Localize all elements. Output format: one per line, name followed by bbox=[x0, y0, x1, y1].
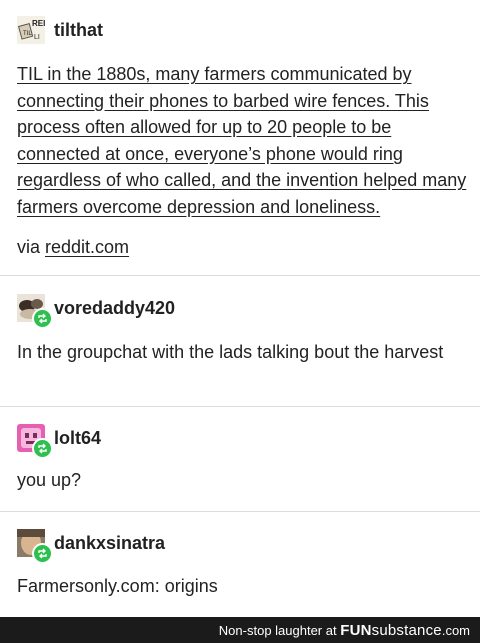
post-header: voredaddy420 bbox=[17, 294, 175, 329]
post-header: dankxsinatra bbox=[17, 529, 165, 564]
via-line: via reddit.com bbox=[17, 234, 467, 261]
via-link[interactable]: reddit.com bbox=[45, 237, 129, 257]
reblog-icon bbox=[32, 438, 53, 459]
username[interactable]: voredaddy420 bbox=[54, 298, 175, 319]
footer-bar: Non-stop laughter at FUNsubstance.com bbox=[0, 617, 480, 643]
footer-text: Non-stop laughter at bbox=[218, 623, 341, 638]
divider bbox=[0, 406, 480, 407]
divider bbox=[0, 275, 480, 276]
via-label: via bbox=[17, 237, 46, 257]
avatar-dankxsinatra[interactable] bbox=[17, 529, 53, 564]
svg-text:REI: REI bbox=[32, 19, 45, 28]
username[interactable]: tilthat bbox=[54, 20, 103, 41]
brand-thin: substance bbox=[371, 622, 442, 639]
divider bbox=[0, 511, 480, 512]
post-body: Farmersonly.com: origins bbox=[17, 576, 218, 596]
svg-text:LI: LI bbox=[34, 34, 40, 41]
footer-brand: FUNsubstance bbox=[340, 622, 442, 639]
post-header: REI TIL LI tilthat bbox=[17, 16, 103, 44]
brand-suffix: .com bbox=[441, 623, 470, 638]
post-header: lolt64 bbox=[17, 424, 101, 459]
reblog-icon bbox=[32, 543, 53, 564]
brand-bold: FUN bbox=[340, 622, 372, 639]
avatar-tilthat[interactable]: REI TIL LI bbox=[17, 16, 45, 44]
post-body: In the groupchat with the lads talking b… bbox=[17, 342, 444, 362]
avatar-lolt64[interactable] bbox=[17, 424, 53, 459]
svg-text:TIL: TIL bbox=[23, 31, 32, 37]
reblog-icon bbox=[32, 308, 53, 329]
username[interactable]: dankxsinatra bbox=[54, 533, 165, 554]
post-link[interactable]: TIL in the 1880s, many farmers communica… bbox=[17, 64, 466, 217]
footer-watermark: Non-stop laughter at FUNsubstance.com bbox=[219, 622, 470, 639]
post-body: TIL in the 1880s, many farmers communica… bbox=[17, 61, 467, 220]
post-body: you up? bbox=[17, 470, 82, 490]
avatar-voredaddy420[interactable] bbox=[17, 294, 53, 329]
username[interactable]: lolt64 bbox=[54, 428, 101, 449]
